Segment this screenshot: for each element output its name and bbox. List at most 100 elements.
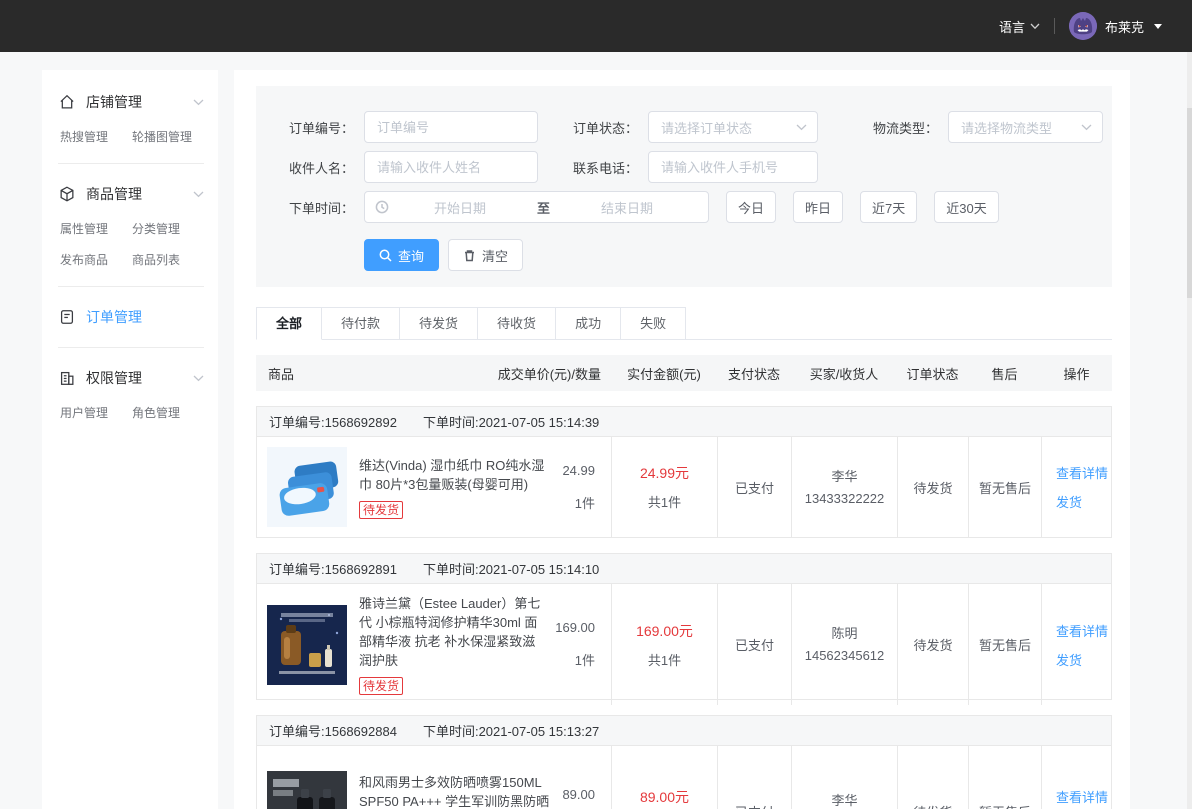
sidebar-item-carousel[interactable]: 轮播图管理: [132, 128, 204, 145]
after-sale-cell: 暂无售后: [968, 437, 1041, 537]
sidebar-group-product[interactable]: 商品管理: [58, 178, 204, 210]
order-time-label: 下单时间：: [282, 198, 354, 217]
sidebar-divider: [58, 347, 204, 348]
view-detail-link[interactable]: 查看详情: [1056, 621, 1108, 640]
receiver-label: 收件人名：: [282, 158, 354, 177]
search-icon: [379, 249, 392, 262]
buyer-cell: 陈明 14562345612: [791, 584, 897, 705]
end-date-placeholder: 结束日期: [556, 198, 698, 217]
sidebar-item-publish-product[interactable]: 发布商品: [60, 251, 132, 268]
paid-amount: 24.99元: [640, 463, 689, 483]
ship-link[interactable]: 发货: [1056, 650, 1082, 669]
search-button[interactable]: 查询: [364, 239, 439, 271]
clear-button[interactable]: 清空: [448, 239, 523, 271]
buyer-cell: 李华 13433322222: [791, 437, 897, 537]
sidebar-item-product-list[interactable]: 商品列表: [132, 251, 204, 268]
buyer-phone: 13433322222: [805, 489, 885, 508]
date-range-picker[interactable]: 开始日期 至 结束日期: [364, 191, 709, 223]
sidebar-item-roles[interactable]: 角色管理: [132, 404, 204, 421]
sidebar-group-shop[interactable]: 店铺管理: [58, 86, 204, 118]
scrollbar-track[interactable]: [1187, 52, 1192, 809]
paid-amount-cell: 24.99元 共1件: [611, 437, 717, 537]
order-block-header: 订单编号:1568692891 下单时间:2021-07-05 15:14:10: [257, 554, 1111, 584]
chevron-down-icon: [796, 124, 807, 131]
ship-link[interactable]: 发货: [1056, 492, 1082, 511]
receiver-input[interactable]: [364, 151, 538, 183]
user-menu[interactable]: 布莱克: [1069, 12, 1162, 40]
chevron-down-icon: [1081, 124, 1092, 131]
sidebar-group-permissions[interactable]: 权限管理: [58, 362, 204, 394]
status-tabs: 全部 待付款 待发货 待收货 成功 失败: [256, 307, 1112, 340]
view-detail-link[interactable]: 查看详情: [1056, 787, 1108, 806]
chevron-down-icon: [1030, 23, 1040, 30]
sidebar-group-label: 订单管理: [86, 307, 142, 327]
product-title: 雅诗兰黛（Estee Lauder）第七代 小棕瓶特润修护精华30ml 面部精华…: [359, 594, 543, 670]
user-avatar: [1069, 12, 1097, 40]
phone-input[interactable]: [648, 151, 818, 183]
after-sale-cell: 暂无售后: [968, 584, 1041, 705]
tab-failed[interactable]: 失败: [621, 307, 686, 340]
product-image: [267, 447, 347, 527]
order-block: 订单编号:1568692884 下单时间:2021-07-05 15:13:27: [256, 715, 1112, 809]
order-document-icon: [58, 308, 76, 326]
scrollbar-thumb[interactable]: [1187, 108, 1192, 298]
logistics-select[interactable]: 请选择物流类型: [948, 111, 1103, 143]
tab-all[interactable]: 全部: [256, 307, 322, 340]
product-cell: 和风雨男士多效防晒喷雾150ML SPF50 PA+++ 学生军训防黑防晒乳 户…: [257, 746, 611, 809]
chevron-down-icon: [193, 99, 204, 106]
sidebar-group-orders[interactable]: 订单管理: [58, 301, 204, 333]
product-cell: 维达(Vinda) 湿巾纸巾 RO纯水湿巾 80片*3包量贩装(母婴可用) 待发…: [257, 437, 611, 537]
order-number: 订单编号:1568692891: [269, 559, 397, 578]
unit-price-qty: 89.00 1件: [562, 787, 597, 809]
quick-yesterday-button[interactable]: 昨日: [793, 191, 843, 223]
quick-30days-button[interactable]: 近30天: [934, 191, 998, 223]
sidebar-divider: [58, 286, 204, 287]
buyer-name: 李华: [831, 467, 857, 486]
header-actions: 操作: [1041, 364, 1112, 383]
sidebar-item-hot-search[interactable]: 热搜管理: [60, 128, 132, 145]
order-time: 下单时间:2021-07-05 15:13:27: [423, 721, 599, 740]
sidebar-item-attributes[interactable]: 属性管理: [60, 220, 132, 237]
product-title: 维达(Vinda) 湿巾纸巾 RO纯水湿巾 80片*3包量贩装(母婴可用): [359, 456, 550, 494]
paid-amount: 89.00元: [640, 787, 689, 807]
sidebar-item-users[interactable]: 用户管理: [60, 404, 132, 421]
order-time: 下单时间:2021-07-05 15:14:39: [423, 412, 599, 431]
search-button-label: 查询: [398, 246, 424, 265]
tab-pending-payment[interactable]: 待付款: [322, 307, 400, 340]
order-status-select[interactable]: 请选择订单状态: [648, 111, 818, 143]
header-unit-price: 成交单价(元)/数量: [498, 364, 601, 383]
sidebar-item-categories[interactable]: 分类管理: [132, 220, 204, 237]
view-detail-link[interactable]: 查看详情: [1056, 463, 1108, 482]
order-block-header: 订单编号:1568692892 下单时间:2021-07-05 15:14:39: [257, 407, 1111, 437]
order-block: 订单编号:1568692892 下单时间:2021-07-05 15:14:39…: [256, 406, 1112, 538]
unit-price: 89.00: [562, 787, 595, 802]
order-status-label: 订单状态：: [566, 118, 638, 137]
unit-price: 24.99: [562, 463, 595, 478]
sidebar-subitems: 用户管理 角色管理: [58, 394, 204, 425]
header-product: 商品: [268, 364, 294, 383]
pay-status-cell: 已支付: [717, 584, 791, 705]
order-no-input[interactable]: [364, 111, 538, 143]
quick-7days-button[interactable]: 近7天: [860, 191, 917, 223]
buyer-cell: 李华 13433322222: [791, 746, 897, 809]
quick-today-button[interactable]: 今日: [726, 191, 776, 223]
tab-pending-receipt[interactable]: 待收货: [478, 307, 556, 340]
home-icon: [58, 93, 76, 111]
header-after-sale: 售后: [968, 364, 1041, 383]
tab-success[interactable]: 成功: [556, 307, 621, 340]
phone-label: 联系电话：: [566, 158, 638, 177]
actions-cell: 查看详情 发货: [1041, 437, 1112, 537]
chevron-down-icon: [193, 191, 204, 198]
buyer-name: 李华: [831, 791, 857, 809]
pay-status-cell: 已支付: [717, 437, 791, 537]
product-title: 和风雨男士多效防晒喷雾150ML SPF50 PA+++ 学生军训防黑防晒乳 户…: [359, 773, 550, 809]
tab-pending-shipment[interactable]: 待发货: [400, 307, 478, 340]
caret-down-icon: [1154, 24, 1162, 29]
product-status-tag: 待发货: [359, 677, 403, 695]
order-block: 订单编号:1568692891 下单时间:2021-07-05 15:14:10: [256, 553, 1112, 700]
order-number: 订单编号:1568692884: [269, 721, 397, 740]
language-dropdown[interactable]: 语言: [999, 17, 1040, 36]
main-content: 订单编号： 订单状态： 请选择订单状态 物流类型： 请选择物流类型 收件人名： …: [234, 70, 1130, 809]
product-image: [267, 605, 347, 685]
buyer-phone: 14562345612: [805, 646, 885, 665]
